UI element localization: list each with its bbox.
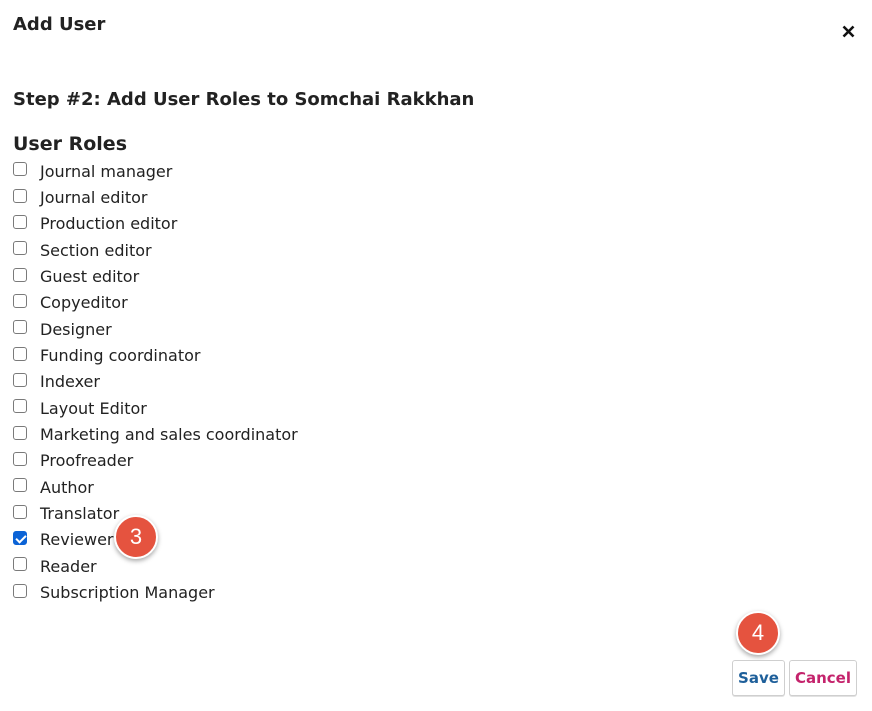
role-checkbox[interactable] <box>13 478 27 493</box>
role-checkbox[interactable] <box>13 267 27 282</box>
role-item: Layout Editor <box>12 395 298 421</box>
role-item: Marketing and sales coordinator <box>12 421 298 447</box>
role-checkbox[interactable] <box>13 399 27 414</box>
role-option[interactable]: Translator <box>12 504 119 523</box>
role-item: Indexer <box>12 369 298 395</box>
role-item: Subscription Manager <box>12 580 298 606</box>
role-label: Proofreader <box>40 451 134 471</box>
step-3-badge: 3 <box>114 515 158 559</box>
role-label: Marketing and sales coordinator <box>40 425 298 445</box>
role-checkbox[interactable] <box>13 188 27 203</box>
role-item: Translator <box>12 500 298 526</box>
role-option[interactable]: Guest editor <box>12 267 139 286</box>
role-checkbox[interactable] <box>13 162 27 177</box>
role-label: Subscription Manager <box>40 583 215 603</box>
role-option[interactable]: Section editor <box>12 241 152 260</box>
role-option[interactable]: Production editor <box>12 214 177 233</box>
close-icon <box>842 25 854 37</box>
role-option[interactable]: Funding coordinator <box>12 346 200 365</box>
role-label: Section editor <box>40 240 152 260</box>
role-checkbox[interactable] <box>13 425 27 440</box>
role-option[interactable]: Journal editor <box>12 188 148 207</box>
user-roles-heading: User Roles <box>13 133 127 155</box>
role-item: Journal manager <box>12 158 298 184</box>
role-option[interactable]: Author <box>12 478 94 497</box>
role-label: Funding coordinator <box>40 346 201 366</box>
role-option[interactable]: Copyeditor <box>12 293 128 312</box>
role-checkbox[interactable] <box>13 557 27 572</box>
role-checkbox[interactable] <box>13 372 27 387</box>
role-checkbox[interactable] <box>13 293 27 308</box>
role-checkbox[interactable] <box>13 346 27 361</box>
role-label: Journal editor <box>40 188 148 208</box>
role-item: Reader <box>12 553 298 579</box>
role-option[interactable]: Subscription Manager <box>12 583 215 602</box>
role-option[interactable]: Designer <box>12 320 112 339</box>
role-label: Reader <box>40 556 97 576</box>
role-checkbox[interactable] <box>13 451 27 466</box>
role-item: Funding coordinator <box>12 342 298 368</box>
step-title: Step #2: Add User Roles to Somchai Rakkh… <box>13 89 475 110</box>
role-option[interactable]: Marketing and sales coordinator <box>12 425 298 444</box>
role-option[interactable]: Reader <box>12 557 97 576</box>
role-label: Translator <box>40 504 120 524</box>
role-item: Author <box>12 474 298 500</box>
role-label: Indexer <box>40 372 100 392</box>
role-label: Layout Editor <box>40 398 147 418</box>
close-button[interactable] <box>836 14 860 42</box>
role-checkbox[interactable] <box>13 530 27 545</box>
role-checkbox[interactable] <box>13 214 27 229</box>
role-option[interactable]: Indexer <box>12 372 100 391</box>
modal-title: Add User <box>13 14 106 35</box>
role-label: Journal manager <box>40 161 173 181</box>
role-option[interactable]: Layout Editor <box>12 399 147 418</box>
role-item: Proofreader <box>12 448 298 474</box>
role-label: Copyeditor <box>40 293 128 313</box>
role-label: Guest editor <box>40 267 140 287</box>
role-checkbox[interactable] <box>13 241 27 256</box>
role-item: Section editor <box>12 237 298 263</box>
role-item: Copyeditor <box>12 290 298 316</box>
role-item: Journal editor <box>12 184 298 210</box>
role-option[interactable]: Journal manager <box>12 162 172 181</box>
save-button[interactable]: Save <box>732 660 785 696</box>
role-item: Production editor <box>12 211 298 237</box>
role-option[interactable]: Proofreader <box>12 451 133 470</box>
role-checkbox[interactable] <box>13 583 27 598</box>
role-checkbox[interactable] <box>13 320 27 335</box>
role-label: Designer <box>40 319 112 339</box>
role-option[interactable]: Reviewer <box>12 530 114 549</box>
role-checkbox[interactable] <box>13 504 27 519</box>
cancel-button[interactable]: Cancel <box>789 660 857 696</box>
step-4-badge: 4 <box>736 611 780 655</box>
role-label: Author <box>40 477 94 497</box>
role-label: Reviewer <box>40 530 114 550</box>
role-item: Guest editor <box>12 263 298 289</box>
role-item: Designer <box>12 316 298 342</box>
role-label: Production editor <box>40 214 178 234</box>
